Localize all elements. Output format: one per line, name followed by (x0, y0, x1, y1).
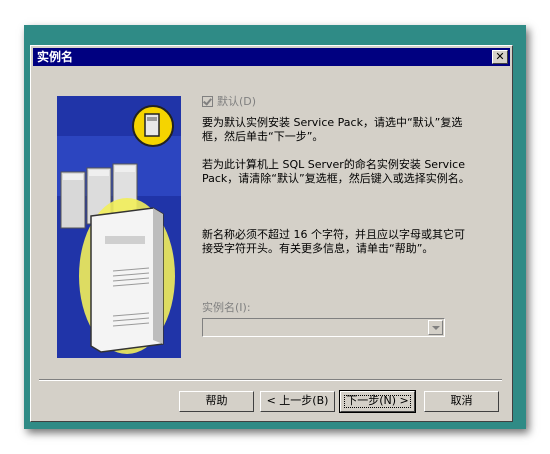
paragraph-named-instance: 若为此计算机上 SQL Server的命名实例安装 Service Pack，请… (202, 158, 470, 185)
paragraph-default: 要为默认实例安装 Service Pack，请选中“默认”复选框，然后单击“下一… (202, 116, 463, 143)
instance-name-combobox[interactable] (202, 318, 445, 337)
focus-rect (344, 395, 411, 408)
server-illustration (57, 96, 181, 358)
default-checkbox-label: 默认(D) (217, 95, 257, 108)
instance-name-label: 实例名(I): (202, 301, 251, 314)
badge-icon (132, 105, 174, 147)
title-bar: 实例名 ✕ (33, 48, 510, 66)
next-button[interactable]: 下一步(N) > (339, 390, 416, 413)
checkbox-icon[interactable] (202, 95, 213, 107)
help-button[interactable]: 帮助 (179, 391, 254, 412)
back-button[interactable]: < 上一步(B) (260, 391, 335, 412)
server-icon (90, 207, 164, 353)
separator (39, 379, 502, 381)
default-checkbox-row: 默认(D) (202, 94, 256, 108)
instance-name-dialog: 实例名 ✕ 默认(D) 要为默认实例安装 Service Pack，请选中“默认… (30, 45, 513, 422)
dropdown-arrow-icon[interactable] (428, 320, 443, 335)
paragraph-name-rules: 新名称必须不超过 16 个字符，并且应以字母或其它可接受字符开头。有关更多信息，… (202, 228, 465, 255)
close-icon: ✕ (495, 50, 505, 63)
cancel-button[interactable]: 取消 (424, 391, 499, 412)
window-title: 实例名 (37, 50, 74, 64)
close-button[interactable]: ✕ (492, 50, 508, 64)
